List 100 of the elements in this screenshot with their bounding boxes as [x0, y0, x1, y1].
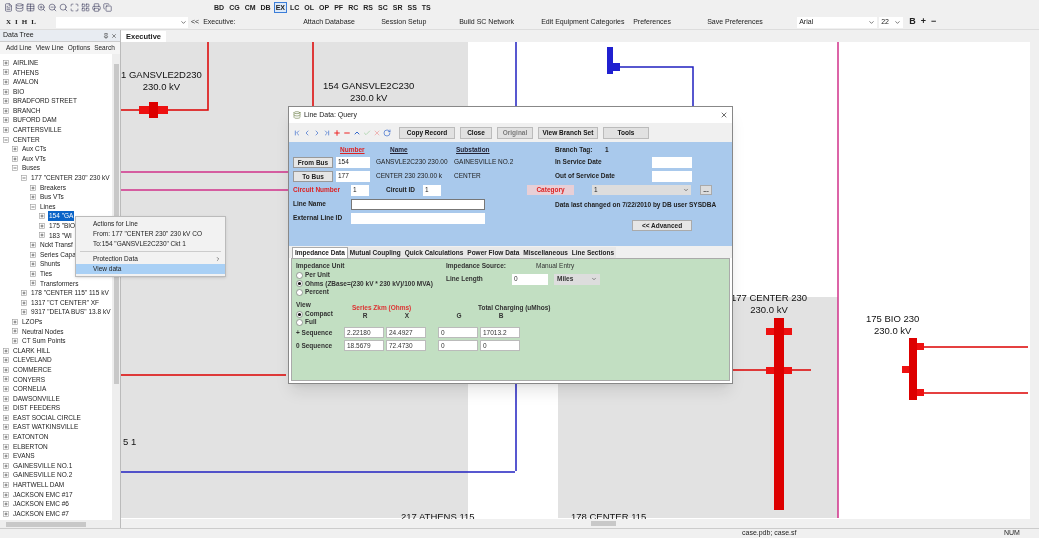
bus-voltage: 230.0 kV [873, 325, 912, 337]
expand-icon[interactable] [21, 290, 27, 297]
collapse-icon[interactable] [30, 203, 36, 210]
expand-icon[interactable] [3, 88, 9, 95]
add-icon[interactable] [333, 128, 341, 137]
expand-icon[interactable] [30, 280, 36, 287]
check-icon[interactable] [363, 128, 371, 137]
collapse-icon[interactable] [21, 174, 27, 181]
date-field[interactable] [652, 156, 692, 168]
bus-voltage: 230.0 kV [750, 304, 788, 316]
expand-icon[interactable] [3, 491, 9, 498]
radio-button[interactable] [296, 280, 303, 287]
expand-icon[interactable] [3, 347, 9, 354]
expand-icon[interactable] [30, 194, 36, 201]
expand-icon[interactable] [3, 453, 9, 460]
expand-icon[interactable] [30, 270, 36, 277]
printer-icon[interactable] [92, 3, 101, 12]
date-field[interactable] [652, 170, 692, 182]
expand-icon[interactable] [12, 155, 18, 162]
power-line [791, 369, 812, 371]
database-icon[interactable] [15, 3, 24, 12]
previous-icon[interactable] [303, 128, 311, 137]
fit-icon[interactable] [70, 3, 79, 12]
bus-name: 177 CENTER 230 [731, 292, 808, 304]
expand-icon[interactable] [30, 251, 36, 258]
radio-button[interactable] [296, 288, 303, 296]
expand-icon[interactable] [3, 443, 9, 450]
expand-icon[interactable] [3, 481, 9, 488]
document-icon[interactable] [4, 3, 13, 12]
radio-button[interactable] [296, 318, 303, 326]
style-button[interactable]: + [920, 15, 926, 29]
expand-icon[interactable] [3, 414, 9, 421]
external-line-id-field[interactable] [351, 212, 485, 224]
bus-bar [607, 47, 620, 74]
last-record-icon[interactable] [323, 128, 331, 137]
expand-icon[interactable] [3, 462, 9, 469]
bus-name: 1 GANSVLE2D230 [121, 69, 202, 81]
table-icon[interactable] [26, 3, 35, 12]
expand-icon[interactable] [30, 242, 36, 249]
expand-icon[interactable] [3, 395, 9, 402]
refresh-icon[interactable] [383, 128, 391, 137]
expand-icon[interactable] [3, 79, 9, 85]
expand-icon[interactable] [12, 338, 18, 344]
expand-icon[interactable] [3, 107, 9, 114]
collapse-icon[interactable] [12, 165, 18, 172]
expand-icon[interactable] [12, 328, 18, 335]
bus-voltage: 230.0 kV [349, 92, 388, 104]
expand-icon[interactable] [3, 117, 9, 124]
expand-icon[interactable] [3, 98, 9, 105]
expand-icon[interactable] [12, 318, 18, 325]
expand-icon[interactable] [21, 309, 27, 316]
expand-icon[interactable] [3, 405, 9, 412]
caret-icon [591, 276, 597, 283]
expand-icon[interactable] [3, 366, 9, 373]
expand-icon[interactable] [3, 357, 9, 364]
expand-icon[interactable] [3, 501, 9, 508]
bus-bar [902, 338, 924, 400]
expand-icon[interactable] [3, 59, 9, 66]
expand-icon[interactable] [3, 126, 9, 133]
close-icon[interactable] [720, 111, 728, 119]
next-icon[interactable] [313, 128, 321, 137]
bus-name: 175 BIO 230 [866, 313, 920, 325]
scrollbar[interactable] [0, 520, 120, 528]
caret-icon [868, 18, 876, 26]
grid-icon[interactable] [81, 3, 90, 12]
expand-icon[interactable] [12, 146, 18, 153]
expand-icon[interactable] [3, 376, 9, 383]
bus-voltage: 230.0 kV [142, 81, 181, 93]
caret-icon [894, 18, 902, 26]
expand-icon[interactable] [3, 510, 9, 517]
expand-icon[interactable] [39, 213, 45, 220]
bus-name: 154 GANSVLE2C230 [323, 80, 415, 92]
collapse-icon[interactable] [3, 136, 9, 143]
power-line [515, 42, 517, 107]
expand-icon[interactable] [3, 433, 9, 440]
zoom-out-icon[interactable] [48, 3, 57, 12]
expand-icon[interactable] [3, 69, 9, 76]
expand-icon[interactable] [3, 386, 9, 392]
pin-icon[interactable] [103, 32, 109, 39]
zoom-in-icon[interactable] [37, 3, 46, 12]
expand-icon[interactable] [39, 232, 45, 239]
expand-icon[interactable] [3, 472, 9, 479]
line-name-field[interactable] [351, 198, 485, 210]
bus-name: 5 1 [123, 435, 137, 449]
search-icon[interactable] [59, 3, 68, 12]
style-button[interactable]: B [909, 15, 916, 29]
expand-icon[interactable] [21, 299, 27, 306]
expand-icon[interactable] [30, 184, 36, 191]
radio-button[interactable] [296, 310, 303, 318]
expand-icon[interactable] [39, 222, 45, 229]
copy-icon[interactable] [103, 3, 112, 12]
close-icon[interactable] [111, 32, 117, 39]
style-button[interactable]: − [930, 15, 937, 29]
radio-button[interactable] [296, 271, 303, 279]
first-record-icon[interactable] [293, 128, 301, 137]
expand-icon[interactable] [30, 261, 36, 268]
power-line [121, 109, 140, 111]
expand-icon[interactable] [3, 424, 9, 431]
app-icon [293, 111, 301, 119]
caret-icon [683, 187, 689, 193]
